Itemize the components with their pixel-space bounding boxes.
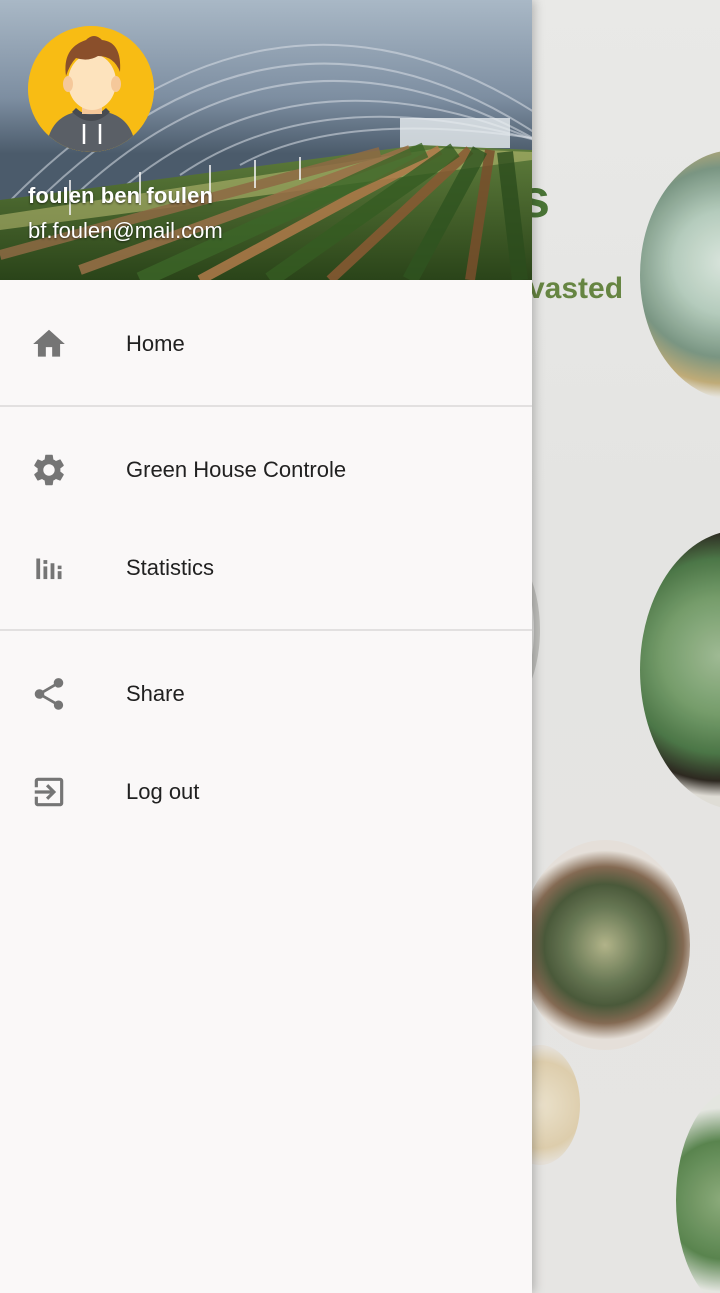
- menu-item-label: Log out: [126, 779, 200, 804]
- menu-item-statistics[interactable]: Statistics: [0, 520, 532, 616]
- avatar[interactable]: [28, 26, 154, 152]
- share-icon: [30, 675, 68, 713]
- menu-item-label: Statistics: [126, 555, 215, 580]
- menu-item-label: Home: [126, 331, 185, 356]
- divider: [0, 405, 532, 407]
- menu-item-share[interactable]: Share: [0, 646, 532, 742]
- menu-item-home[interactable]: Home: [0, 296, 532, 392]
- user-name: foulen ben foulen: [28, 183, 214, 208]
- bar-chart-icon: [30, 549, 68, 587]
- home-icon: [30, 325, 68, 363]
- user-avatar-icon: [28, 26, 154, 152]
- menu-item-logout[interactable]: Log out: [0, 744, 532, 840]
- divider: [0, 629, 532, 631]
- drawer-header: foulen ben foulen bf.foulen@mail.com: [0, 0, 532, 280]
- menu-item-greenhouse-control[interactable]: Green House Controle: [0, 422, 532, 518]
- gear-icon: [30, 451, 68, 489]
- navigation-drawer: foulen ben foulen bf.foulen@mail.com Hom…: [0, 0, 532, 1293]
- user-email: bf.foulen@mail.com: [28, 218, 223, 243]
- menu-item-label: Green House Controle: [126, 457, 347, 482]
- logout-icon: [30, 773, 68, 811]
- menu-item-label: Share: [126, 681, 185, 706]
